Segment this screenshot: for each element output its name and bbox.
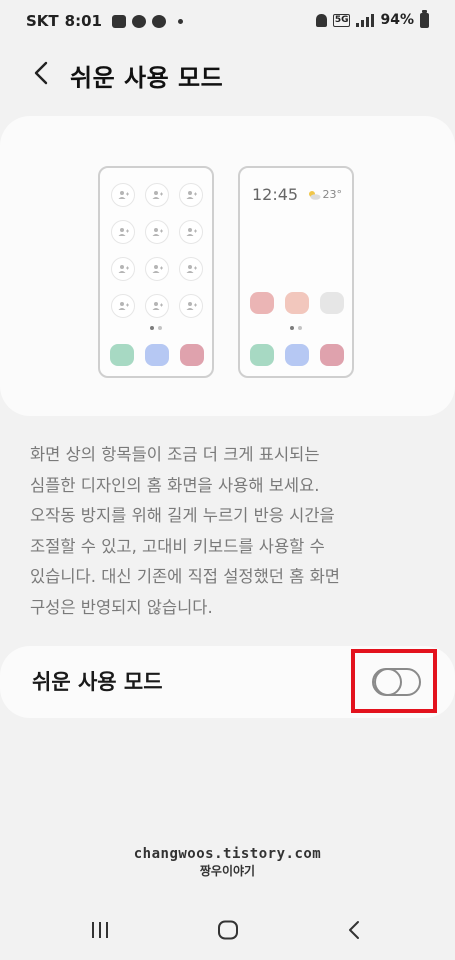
- contact-shortcut-icon: [145, 220, 169, 244]
- back-icon: [349, 921, 359, 939]
- description-line: 있습니다. 대신 기존에 직접 설정했던 홈 화면: [30, 567, 340, 586]
- preview-clock: 12:45: [252, 185, 299, 204]
- dock-app-icon: [320, 344, 344, 366]
- description-line: 구성은 반영되지 않습니다.: [30, 597, 213, 617]
- mode-description: 화면 상의 항목들이 조금 더 크게 표시되는 심플한 디자인의 홈 화면을 사…: [30, 440, 430, 623]
- app-icon: [250, 292, 274, 314]
- contact-shortcut-icon: [145, 294, 169, 318]
- contact-shortcut-icon: [145, 183, 169, 207]
- contact-shortcut-icon: [179, 257, 203, 281]
- home-icon: [218, 920, 238, 940]
- setting-label: 쉬운 사용 모드: [32, 670, 163, 694]
- preview-weather: 23°: [307, 188, 343, 201]
- navigation-bar: [0, 900, 455, 960]
- dock-app-icon: [180, 344, 204, 366]
- dock: [110, 344, 204, 366]
- app-icon-grid: [111, 183, 203, 318]
- contact-shortcut-icon: [179, 220, 203, 244]
- preview-temperature: 23°: [322, 188, 343, 201]
- watermark: changwoos.tistory.com 짱우이야기: [0, 846, 455, 879]
- carrier-label: SKT: [26, 12, 59, 30]
- page-indicator: [100, 326, 212, 330]
- chevron-left-icon: [34, 61, 48, 85]
- page-title: 쉬운 사용 모드: [70, 64, 224, 92]
- back-button[interactable]: [24, 56, 58, 90]
- easy-mode-phone-preview: [98, 166, 214, 378]
- signal-icon: [356, 13, 375, 27]
- contact-shortcut-icon: [111, 220, 135, 244]
- gallery-icon: [111, 14, 126, 28]
- highlight-annotation: [351, 649, 437, 713]
- app-row: [250, 292, 344, 314]
- dock: [250, 344, 344, 366]
- nav-back-button[interactable]: [334, 915, 374, 945]
- dock-app-icon: [285, 344, 309, 366]
- watermark-url: changwoos.tistory.com: [133, 846, 322, 862]
- battery-icon: [420, 9, 429, 28]
- recent-apps-button[interactable]: [80, 915, 120, 945]
- alarm-icon: [315, 13, 327, 27]
- page-indicator: [240, 326, 352, 330]
- watermark-blog-name: 짱우이야기: [199, 864, 256, 878]
- description-line: 조절할 수 있고, 고대비 키보드를 사용할 수: [30, 536, 325, 556]
- description-line: 화면 상의 항목들이 조금 더 크게 표시되는: [30, 445, 320, 464]
- recent-apps-icon: [92, 922, 108, 938]
- weather-icon: [308, 190, 320, 200]
- talk-icon: [151, 14, 166, 28]
- contact-shortcut-icon: [179, 183, 203, 207]
- network-badge: 5G: [332, 13, 351, 27]
- app-icon: [320, 292, 344, 314]
- status-time: 8:01: [64, 12, 102, 30]
- description-line: 심플한 디자인의 홈 화면을 사용해 보세요.: [30, 475, 320, 495]
- battery-percent: 94%: [380, 12, 414, 28]
- contact-shortcut-icon: [111, 294, 135, 318]
- standard-phone-preview: 12:45 23°: [238, 166, 354, 378]
- description-line: 오작동 방지를 위해 길게 누르기 반응 시간을: [30, 506, 335, 525]
- status-bar: SKT 8:01 5G 94%: [0, 0, 455, 44]
- dock-app-icon: [110, 344, 134, 366]
- chat-icon: [131, 14, 146, 28]
- app-icon: [285, 292, 309, 314]
- contact-shortcut-icon: [179, 294, 203, 318]
- more-notifications-icon: [177, 18, 183, 24]
- preview-card: 12:45 23°: [0, 116, 455, 416]
- dock-app-icon: [250, 344, 274, 366]
- contact-shortcut-icon: [111, 257, 135, 281]
- app-header: 쉬운 사용 모드: [0, 50, 455, 96]
- contact-shortcut-icon: [111, 183, 135, 207]
- contact-shortcut-icon: [145, 257, 169, 281]
- home-button[interactable]: [208, 915, 248, 945]
- dock-app-icon: [145, 344, 169, 366]
